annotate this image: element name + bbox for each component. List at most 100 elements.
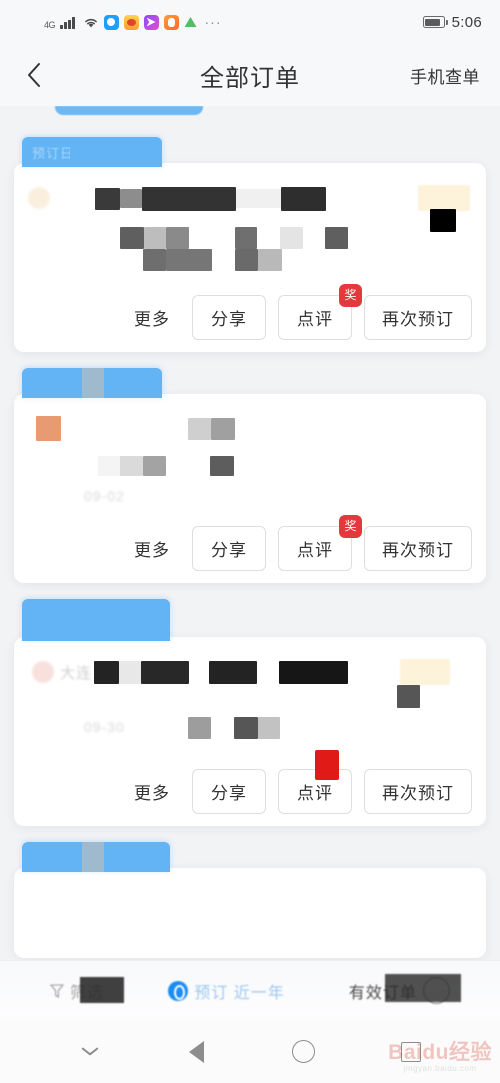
review-button-label: 点评 — [297, 541, 333, 560]
order-status-tag-label: 预订日期 — [32, 145, 89, 161]
redaction-block — [325, 227, 348, 249]
review-button[interactable]: 点评 奖 — [278, 515, 362, 571]
app-icon-green — [184, 15, 198, 29]
battery-icon — [422, 16, 448, 28]
coupon-tag-redacted — [400, 659, 450, 685]
app-icon-blue — [103, 14, 119, 30]
order-item[interactable]: 大连 酒店 如咖 ♦ 09-30 更多 分享 点评 — [0, 599, 500, 826]
redaction-block — [143, 456, 166, 476]
app-icon-orange — [123, 14, 139, 30]
redaction-block — [120, 456, 143, 476]
order-status-tag — [22, 599, 170, 641]
order-title-row: 大连 酒店 如咖 ♦ — [28, 659, 472, 708]
redaction-block — [143, 249, 166, 271]
coupon-tag-redacted — [418, 185, 470, 211]
wifi-icon — [83, 16, 99, 29]
order-action-row: 更多 分享 点评 奖 再次预订 — [28, 284, 472, 340]
redaction-block — [188, 717, 211, 739]
rebook-button[interactable]: 再次预订 — [364, 769, 472, 814]
redaction-block — [94, 661, 119, 684]
order-detail-row — [28, 225, 472, 277]
order-detail-row: 09-02 — [28, 456, 472, 508]
triangle-back-icon — [189, 1040, 204, 1063]
order-status-tag — [22, 842, 170, 872]
share-button[interactable]: 分享 — [192, 769, 266, 814]
redaction-block — [209, 661, 257, 684]
more-button[interactable]: 更多 — [124, 305, 180, 330]
order-item[interactable] — [0, 842, 500, 958]
share-button[interactable]: 分享 — [192, 526, 266, 571]
circle-home-icon — [292, 1040, 315, 1063]
redaction-block — [384, 974, 461, 1002]
review-button[interactable]: 点评 奖 — [278, 284, 362, 340]
system-home-button[interactable] — [287, 1035, 321, 1069]
overflow-dots-icon: ··· — [204, 14, 222, 30]
reward-badge: 奖 — [339, 284, 362, 307]
redaction-block — [279, 661, 348, 684]
status-bar-left: 4G ··· — [44, 14, 222, 30]
redaction-block — [98, 456, 120, 476]
redaction-block — [235, 227, 257, 249]
redaction-block — [120, 189, 142, 208]
order-item[interactable]: 09-02 更多 分享 点评 奖 再次预订 — [0, 368, 500, 583]
order-date-text: 09-30 — [84, 719, 125, 735]
status-bar-clock: 5:06 — [451, 13, 482, 31]
funnel-icon — [50, 983, 65, 998]
reward-badge: 奖 — [339, 515, 362, 538]
page-header: 全部订单 手机查单 — [0, 44, 500, 106]
status-bar: 4G ··· 5:06 — [0, 0, 500, 44]
redaction-block — [280, 227, 303, 249]
system-recents-button[interactable] — [394, 1035, 428, 1069]
signal-icon — [60, 16, 75, 29]
status-bar-right: 5:06 — [422, 13, 482, 31]
phone-lookup-link[interactable]: 手机查单 — [410, 63, 480, 88]
system-navigation-bar — [0, 1020, 500, 1083]
review-button[interactable]: 点评 — [278, 750, 352, 814]
redaction-block — [234, 717, 258, 739]
date-range-filter[interactable]: 预订 近一年 — [168, 979, 284, 1003]
order-title-row — [28, 416, 472, 450]
clock-icon — [168, 980, 189, 1001]
redaction-block — [258, 717, 280, 739]
more-button[interactable]: 更多 — [124, 779, 180, 804]
rebook-button[interactable]: 再次预订 — [364, 295, 472, 340]
order-list-scroll[interactable]: 预订日期 更多 分享 点评 奖 再次预订 09-02 更多 分享 点评 奖 再次… — [0, 106, 500, 960]
redaction-block — [210, 456, 234, 476]
back-button[interactable] — [20, 61, 48, 89]
chevron-left-icon — [28, 63, 40, 87]
redaction-block — [281, 187, 326, 211]
redaction-block — [166, 227, 189, 249]
order-card[interactable] — [14, 868, 486, 958]
review-button-label: 点评 — [297, 310, 333, 329]
order-detail-row: 09-30 — [28, 699, 472, 751]
date-range-label: 预订 近一年 — [194, 984, 285, 1002]
order-status-tag: 预订日期 — [22, 137, 162, 167]
more-button[interactable]: 更多 — [124, 536, 180, 561]
merchant-logo-icon — [28, 187, 50, 209]
redaction-block — [144, 227, 166, 249]
chevron-down-icon — [82, 1047, 98, 1056]
redaction-block — [95, 188, 120, 210]
app-icon-purple — [143, 14, 159, 30]
redaction-block — [80, 976, 125, 1003]
merchant-logo-icon — [36, 416, 61, 441]
order-card[interactable]: 大连 酒店 如咖 ♦ 09-30 更多 分享 点评 — [14, 637, 486, 826]
order-action-row: 更多 分享 点评 奖 再次预订 — [28, 515, 472, 571]
redaction-block — [166, 249, 212, 271]
redaction-block — [120, 227, 144, 249]
redaction-block — [258, 249, 282, 271]
order-item[interactable]: 预订日期 更多 分享 点评 奖 再次预订 — [0, 137, 500, 352]
system-back-button[interactable] — [180, 1035, 214, 1069]
network-type-label: 4G — [44, 19, 56, 30]
review-button-label: 点评 — [297, 784, 333, 803]
order-action-row: 更多 分享 点评 再次预订 — [28, 750, 472, 814]
rebook-button[interactable]: 再次预订 — [364, 526, 472, 571]
app-icon-orange2 — [163, 14, 179, 30]
hide-keyboard-button[interactable] — [73, 1035, 107, 1069]
order-card[interactable]: 更多 分享 点评 奖 再次预订 — [14, 163, 486, 352]
filter-button[interactable]: 筛选 — [50, 976, 125, 1003]
redaction-block — [119, 661, 141, 684]
valid-orders-toggle[interactable]: 有效订单 — [349, 974, 461, 1004]
order-card[interactable]: 09-02 更多 分享 点评 奖 再次预订 — [14, 394, 486, 583]
share-button[interactable]: 分享 — [192, 295, 266, 340]
